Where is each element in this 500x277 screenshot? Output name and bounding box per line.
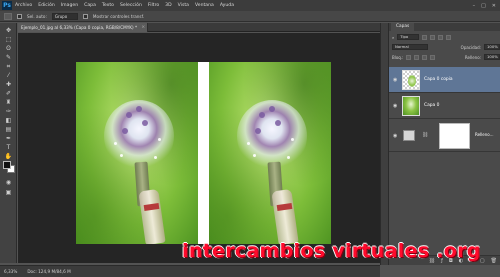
options-bar: Sel. auto: Grupo Mostrar controles trans… — [0, 11, 500, 22]
maximize-icon[interactable]: □ — [481, 3, 486, 9]
filter-text-icon[interactable] — [438, 34, 444, 40]
photoshop-logo: Ps — [2, 1, 12, 10]
lock-row: Bloq.: Relleno: 100% — [392, 53, 500, 61]
quick-select-tool-icon[interactable]: ✎ — [3, 54, 14, 61]
filter-type-dropdown[interactable]: Tipo — [397, 34, 420, 40]
quick-mask-icon[interactable]: ◉ — [3, 179, 14, 186]
document-tab[interactable]: Ejemplo_01.jpg al 6,33% (Capa 0 copia, R… — [18, 23, 149, 32]
opacity-label: Opacidad: — [460, 44, 481, 50]
blend-row: Normal Opacidad: 100% — [392, 43, 500, 51]
marquee-tool-icon[interactable]: ⬚ — [3, 36, 14, 43]
menu-capa[interactable]: Capa — [84, 3, 96, 8]
menu-edicion[interactable]: Edición — [38, 3, 55, 8]
lasso-tool-icon[interactable]: ʘ — [3, 45, 14, 52]
window-controls: – □ ✕ — [473, 3, 496, 9]
healing-tool-icon[interactable]: ✚ — [3, 81, 14, 88]
photo-left — [76, 62, 198, 244]
auto-select-dropdown[interactable]: Grupo — [51, 12, 78, 20]
eyedropper-tool-icon[interactable]: ⁄ — [3, 72, 14, 79]
link-icon: ⛓ — [422, 132, 429, 138]
fill-label: Relleno: — [464, 54, 481, 60]
visibility-eye-icon[interactable]: ◉ — [393, 133, 397, 139]
collapsed-panels-strip — [380, 23, 388, 265]
close-tab-icon[interactable]: × — [141, 23, 145, 32]
menu-ayuda[interactable]: Ayuda — [220, 3, 234, 8]
filter-shape-icon[interactable] — [446, 34, 452, 40]
fill-field[interactable]: 100% — [484, 54, 500, 60]
foreground-color-swatch[interactable] — [3, 161, 11, 169]
menu-ventana[interactable]: Ventana — [195, 3, 214, 8]
layers-panel: Capas ⌕ Tipo Normal Opacidad: 100% Bloq.… — [388, 23, 500, 265]
menu-archivo[interactable]: Archivo — [15, 3, 32, 8]
move-tool-preset-icon[interactable] — [4, 12, 12, 20]
history-brush-tool-icon[interactable]: ✑ — [3, 108, 14, 115]
layer-filter-row: ⌕ Tipo — [392, 33, 452, 41]
move-tool-icon[interactable]: ✥ — [3, 27, 14, 34]
lock-transparency-icon[interactable] — [406, 54, 412, 60]
show-transform-checkbox[interactable] — [82, 13, 88, 19]
layer-row-capa-0-copia[interactable]: ◉ Capa 0 copia — [389, 67, 500, 93]
menu-imagen[interactable]: Imagen — [61, 3, 78, 8]
fill-adjustment-thumbnail — [403, 130, 415, 141]
visibility-eye-icon[interactable]: ◉ — [393, 103, 397, 109]
close-icon[interactable]: ✕ — [492, 3, 496, 9]
menu-3d[interactable]: 3D — [165, 3, 171, 8]
trash-icon[interactable]: 🗑 — [491, 258, 497, 264]
pen-tool-icon[interactable]: ✒ — [3, 135, 14, 142]
layer-thumbnail — [402, 70, 420, 90]
menu-texto[interactable]: Texto — [102, 3, 114, 8]
lock-all-icon[interactable] — [430, 54, 436, 60]
filter-icon: ⌕ — [392, 34, 395, 40]
layer-mask-thumbnail[interactable]: ↖ — [439, 123, 470, 149]
crop-tool-icon[interactable]: ⌗ — [3, 63, 14, 70]
layers-panel-header: Capas — [389, 23, 500, 31]
gradient-tool-icon[interactable]: ▤ — [3, 126, 14, 133]
menu-vista[interactable]: Vista — [178, 3, 189, 8]
blend-mode-dropdown[interactable]: Normal — [392, 44, 428, 50]
menu-seleccion[interactable]: Selección — [120, 3, 142, 8]
minimize-icon[interactable]: – — [473, 3, 476, 9]
stamp-tool-icon[interactable]: ♜ — [3, 99, 14, 106]
layers-tab[interactable]: Capas — [391, 23, 415, 31]
photo-right — [209, 62, 331, 244]
zoom-level[interactable]: 6,33% — [4, 269, 17, 274]
menu-filtro[interactable]: Filtro — [148, 3, 159, 8]
lock-label: Bloq.: — [392, 54, 404, 60]
filter-pixel-icon[interactable] — [422, 34, 428, 40]
lock-pixels-icon[interactable] — [414, 54, 420, 60]
document-tab-label: Ejemplo_01.jpg al 6,33% (Capa 0 copia, R… — [21, 25, 138, 30]
layer-name: Capa 0 — [424, 103, 440, 108]
lock-position-icon[interactable] — [422, 54, 428, 60]
visibility-eye-icon[interactable]: ◉ — [393, 77, 397, 83]
layer-thumbnail — [402, 96, 420, 116]
layer-name: Relleno... — [475, 132, 494, 137]
auto-select-checkbox[interactable] — [17, 13, 22, 19]
hand-tool-icon[interactable]: ✋ — [3, 153, 14, 160]
type-tool-icon[interactable]: T — [3, 144, 14, 151]
layer-name: Capa 0 copia — [424, 77, 453, 82]
white-divider — [198, 62, 209, 244]
screen-mode-icon[interactable]: ▣ — [3, 189, 14, 196]
layer-row-capa-0[interactable]: ◉ Capa 0 — [389, 93, 500, 119]
document-tab-bar: Ejemplo_01.jpg al 6,33% (Capa 0 copia, R… — [18, 23, 380, 32]
eraser-tool-icon[interactable]: ◧ — [3, 117, 14, 124]
show-transform-label: Mostrar controles transf. — [92, 13, 145, 19]
menu-bar: Ps Archivo Edición Imagen Capa Texto Sel… — [0, 0, 500, 11]
watermark-text: intercambios virtuales .org — [182, 240, 481, 262]
auto-select-label: Sel. auto: — [27, 13, 47, 19]
status-bar: 6,33% Doc: 124,9 M/84,6 M — [0, 265, 380, 277]
canvas-area[interactable] — [18, 33, 380, 263]
document-size: Doc: 124,9 M/84,6 M — [27, 269, 71, 274]
filter-adjust-icon[interactable] — [430, 34, 436, 40]
opacity-field[interactable]: 100% — [484, 44, 500, 50]
brush-tool-icon[interactable]: ✐ — [3, 90, 14, 97]
layer-row-fill[interactable]: ◉ ⛓ ↖ Relleno... — [389, 120, 500, 152]
tools-panel: ✥ ⬚ ʘ ✎ ⌗ ⁄ ✚ ✐ ♜ ✑ ◧ ▤ ✒ T ✋ ◉ ▣ — [0, 23, 17, 263]
